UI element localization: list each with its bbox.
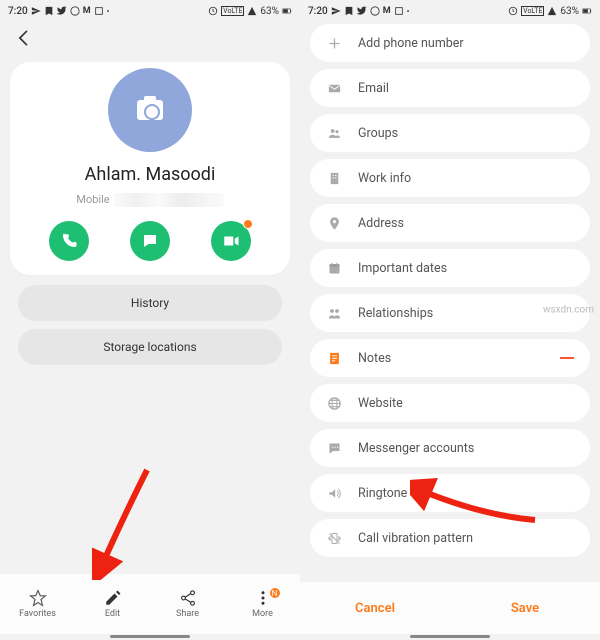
row-vibration[interactable]: Call vibration pattern (310, 519, 590, 557)
relationship-icon (326, 305, 342, 321)
row-groups[interactable]: Groups (310, 114, 590, 152)
status-bar: 7:20 M • VoLTE 63% (0, 0, 300, 20)
ringtone-icon (326, 485, 342, 501)
row-add-phone[interactable]: Add phone number (310, 24, 590, 62)
call-button[interactable] (49, 221, 89, 261)
back-icon[interactable] (14, 28, 34, 52)
nav-edit[interactable]: Edit (83, 589, 143, 619)
row-work[interactable]: Work info (310, 159, 590, 197)
phone-number-redacted (114, 193, 224, 207)
row-website[interactable]: Website (310, 384, 590, 422)
save-button[interactable]: Save (450, 582, 600, 634)
nav-more[interactable]: N More (233, 589, 293, 619)
row-address[interactable]: Address (310, 204, 590, 242)
nav-share[interactable]: Share (158, 589, 218, 619)
remove-icon[interactable] (560, 357, 574, 359)
footer-actions: Cancel Save (300, 582, 600, 634)
status-time: 7:20 (8, 6, 28, 17)
annotation-arrow-edit (92, 460, 162, 580)
vibration-off-icon (326, 530, 342, 546)
contact-detail-screen: 7:20 M • VoLTE 63% (0, 0, 300, 640)
globe-icon (326, 395, 342, 411)
avatar[interactable] (108, 68, 192, 152)
work-icon (326, 170, 342, 186)
row-email[interactable]: Email (310, 69, 590, 107)
row-ringtone[interactable]: Ringtone (310, 474, 590, 512)
badge-n: N (269, 587, 281, 599)
messenger-icon (326, 440, 342, 456)
history-button[interactable]: History (18, 285, 282, 321)
bottom-nav: Favorites Edit Share N More (0, 574, 300, 634)
notes-icon (326, 350, 342, 366)
groups-icon (326, 125, 342, 141)
location-icon (326, 215, 342, 231)
home-indicator (110, 635, 190, 638)
contact-edit-screen: 7:20 M • VoLTE 63% Add phone number (300, 0, 600, 640)
watermark: wsxdn.com (543, 305, 594, 316)
home-indicator (410, 635, 490, 638)
camera-icon (137, 100, 163, 120)
status-battery: 63% (260, 6, 279, 17)
row-notes[interactable]: Notes (310, 339, 590, 377)
cancel-button[interactable]: Cancel (300, 582, 450, 634)
row-dates[interactable]: Important dates (310, 249, 590, 287)
email-icon (326, 80, 342, 96)
status-bar: 7:20 M • VoLTE 63% (300, 0, 600, 20)
message-button[interactable] (130, 221, 170, 261)
nav-favorites[interactable]: Favorites (8, 589, 68, 619)
mobile-row: Mobile (20, 193, 280, 207)
row-messenger[interactable]: Messenger accounts (310, 429, 590, 467)
badge-dot (243, 219, 253, 229)
storage-button[interactable]: Storage locations (18, 329, 282, 365)
calendar-icon (326, 260, 342, 276)
contact-card: Ahlam. Masoodi Mobile (10, 62, 290, 275)
plus-icon (326, 35, 342, 51)
contact-name: Ahlam. Masoodi (20, 164, 280, 185)
video-button[interactable] (211, 221, 251, 261)
